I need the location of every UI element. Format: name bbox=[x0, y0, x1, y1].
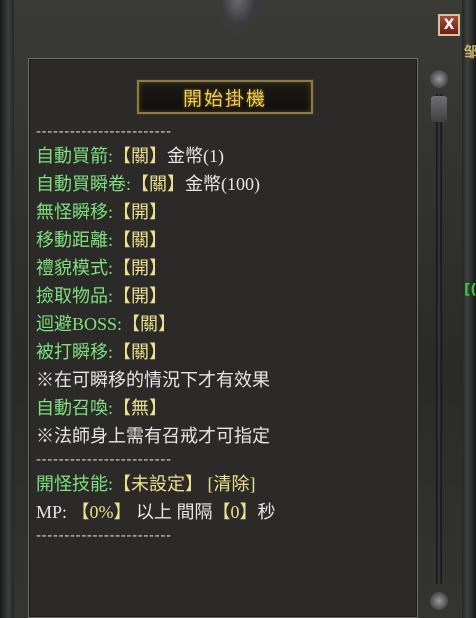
close-icon: X bbox=[443, 17, 455, 33]
avoid-boss-toggle[interactable]: 【關】 bbox=[122, 314, 176, 334]
auto-summon-toggle[interactable]: 【無】 bbox=[113, 398, 167, 418]
frame-left-edge bbox=[0, 0, 14, 618]
close-button[interactable]: X bbox=[438, 14, 460, 36]
separator-top: ------------------------ bbox=[36, 124, 172, 140]
scrollbar[interactable] bbox=[428, 70, 450, 610]
top-ornament bbox=[212, 0, 264, 38]
row-avoid-boss: 迴避BOSS:【關】 bbox=[36, 310, 416, 338]
hit-teleport-label: 被打瞬移: bbox=[36, 342, 114, 362]
no-monster-teleport-label: 無怪瞬移: bbox=[36, 202, 114, 222]
row-courtesy-mode: 禮貌模式:【開】 bbox=[36, 254, 416, 282]
move-distance-label: 移動距離: bbox=[36, 230, 114, 250]
auto-summon-label: 自動召喚: bbox=[36, 398, 114, 418]
auto-buy-arrows-label: 自動買箭: bbox=[36, 146, 114, 166]
mp-interval-unit: 秒 bbox=[257, 502, 276, 522]
courtesy-mode-label: 禮貌模式: bbox=[36, 258, 114, 278]
teleport-note: ※在可瞬移的情況下才有效果 bbox=[36, 370, 270, 390]
mp-percent-value[interactable]: 【0%】 bbox=[72, 502, 132, 522]
scroll-down-button[interactable] bbox=[430, 592, 448, 610]
side-glyph-top: 邹 bbox=[464, 45, 476, 61]
no-monster-teleport-toggle[interactable]: 【開】 bbox=[113, 202, 167, 222]
frame-right-edge bbox=[462, 0, 476, 618]
avoid-boss-label: 迴避BOSS: bbox=[36, 314, 123, 334]
scroll-thumb[interactable] bbox=[431, 96, 447, 122]
hit-teleport-toggle[interactable]: 【關】 bbox=[113, 342, 167, 362]
separator-bottom: ------------------------ bbox=[36, 528, 172, 544]
move-distance-toggle[interactable]: 【關】 bbox=[113, 230, 167, 250]
mp-interval-value[interactable]: 【0】 bbox=[213, 502, 258, 522]
mp-label: MP: bbox=[36, 502, 68, 522]
courtesy-mode-toggle[interactable]: 【開】 bbox=[113, 258, 167, 278]
row-attack-skill: 開怪技能:【未設定】 [清除] bbox=[36, 470, 416, 498]
row-auto-buy-arrows: 自動買箭:【關】金幣(1) bbox=[36, 142, 416, 170]
attack-skill-value[interactable]: 【未設定】 bbox=[113, 474, 203, 494]
mp-interval-label: 間隔 bbox=[176, 502, 213, 522]
settings-list: ------------------------ 自動買箭:【關】金幣(1) 自… bbox=[36, 122, 416, 546]
row-pickup-items: 撿取物品:【開】 bbox=[36, 282, 416, 310]
row-hit-teleport: 被打瞬移:【關】 bbox=[36, 338, 416, 366]
row-no-monster-teleport: 無怪瞬移:【開】 bbox=[36, 198, 416, 226]
pickup-items-toggle[interactable]: 【開】 bbox=[113, 286, 167, 306]
separator-middle: ------------------------ bbox=[36, 452, 172, 468]
pickup-items-label: 撿取物品: bbox=[36, 286, 114, 306]
auto-buy-arrows-cost: 金幣(1) bbox=[167, 146, 225, 166]
auto-buy-teleport-label: 自動買瞬卷: bbox=[36, 174, 132, 194]
row-auto-buy-teleport: 自動買瞬卷:【關】金幣(100) bbox=[36, 170, 416, 198]
start-autoplay-label: 開始掛機 bbox=[182, 87, 267, 110]
auto-buy-arrows-toggle[interactable]: 【關】 bbox=[113, 146, 167, 166]
attack-skill-clear-button[interactable]: [清除] bbox=[208, 474, 256, 494]
summon-note: ※法師身上需有召戒才可指定 bbox=[36, 426, 270, 446]
auto-buy-teleport-toggle[interactable]: 【關】 bbox=[131, 174, 185, 194]
row-auto-summon: 自動召喚:【無】 bbox=[36, 394, 416, 422]
row-move-distance: 移動距離:【關】 bbox=[36, 226, 416, 254]
row-mp-interval: MP: 【0%】 以上 間隔【0】秒 bbox=[36, 498, 416, 526]
auto-buy-teleport-cost: 金幣(100) bbox=[185, 174, 261, 194]
scroll-rail[interactable] bbox=[436, 94, 442, 584]
mp-above-text: 以上 bbox=[136, 502, 173, 522]
scroll-up-button[interactable] bbox=[430, 70, 448, 88]
side-glyph-mid: [( bbox=[464, 282, 476, 298]
attack-skill-label: 開怪技能: bbox=[36, 474, 114, 494]
start-autoplay-button[interactable]: 開始掛機 bbox=[137, 80, 313, 114]
